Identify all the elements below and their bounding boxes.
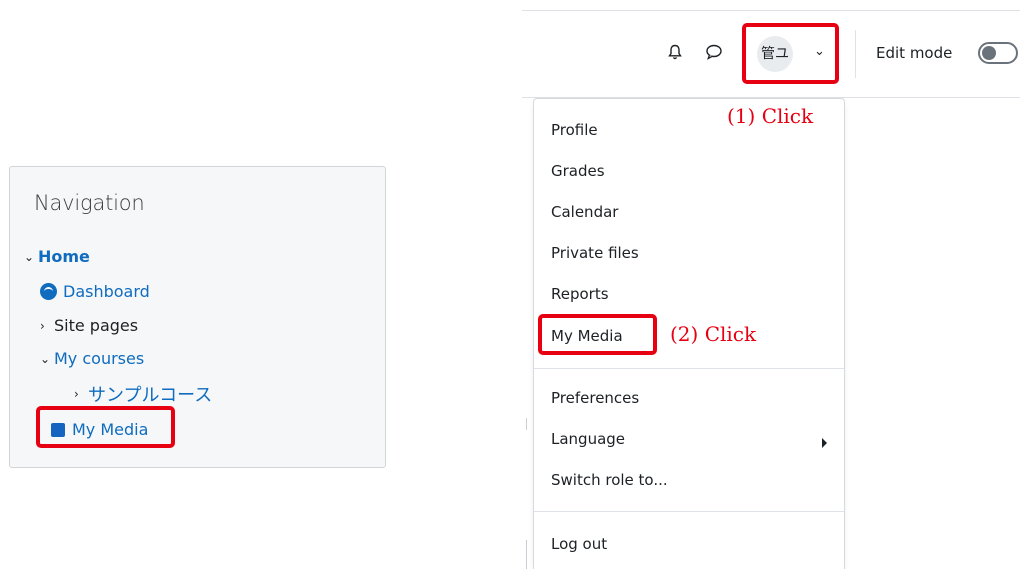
nav-site-pages-label: Site pages: [54, 316, 139, 335]
menu-divider: [534, 511, 844, 512]
nav-item-site-pages[interactable]: › Site pages: [40, 316, 138, 335]
menu-item-switch-role[interactable]: Switch role to...: [551, 471, 668, 489]
annotation-step-2: (2) Click: [670, 322, 757, 346]
menu-item-profile[interactable]: Profile: [551, 121, 598, 139]
menu-item-private-files[interactable]: Private files: [551, 244, 639, 262]
submenu-caret-icon: [822, 438, 827, 448]
menu-item-grades[interactable]: Grades: [551, 162, 605, 180]
nav-dashboard-label: Dashboard: [63, 282, 150, 301]
user-avatar[interactable]: 管ユ: [757, 36, 793, 72]
navbar-divider: [855, 30, 856, 78]
edit-mode-toggle[interactable]: [978, 42, 1018, 64]
annotation-step-1: (1) Click: [727, 104, 814, 128]
my-media-icon: [51, 422, 65, 437]
nav-item-home[interactable]: ⌄ Home: [24, 247, 90, 266]
screenshot-canvas: Navigation ⌄ Home Dashboard › Site pages…: [0, 0, 1020, 569]
menu-item-preferences[interactable]: Preferences: [551, 389, 639, 407]
menu-item-log-out[interactable]: Log out: [551, 535, 607, 553]
chevron-down-icon[interactable]: ⌄: [814, 44, 825, 59]
nav-item-my-courses[interactable]: ⌄ My courses: [40, 349, 144, 368]
nav-course-label: サンプルコース: [88, 385, 213, 406]
background-edge: [526, 540, 527, 569]
navigation-title: Navigation: [34, 191, 145, 215]
dashboard-icon: [40, 283, 57, 300]
menu-item-calendar[interactable]: Calendar: [551, 203, 618, 221]
chevron-down-icon: ⌄: [24, 249, 35, 264]
chevron-right-icon: ›: [40, 318, 45, 333]
edit-mode-label: Edit mode: [876, 44, 953, 62]
menu-item-language[interactable]: Language: [551, 430, 625, 448]
messages-icon[interactable]: [706, 44, 722, 60]
nav-item-my-media[interactable]: My Media: [51, 420, 148, 439]
menu-item-my-media[interactable]: My Media: [551, 327, 623, 345]
nav-item-dashboard[interactable]: Dashboard: [40, 282, 150, 301]
menu-item-reports[interactable]: Reports: [551, 285, 609, 303]
chevron-down-icon: ⌄: [40, 351, 51, 366]
navigation-block: Navigation ⌄ Home Dashboard › Site pages…: [9, 166, 386, 468]
background-edge: [526, 418, 527, 430]
nav-item-course[interactable]: › サンプルコース: [74, 381, 212, 407]
notification-bell-icon[interactable]: [668, 44, 682, 60]
nav-home-label: Home: [38, 247, 90, 266]
nav-my-courses-label: My courses: [54, 349, 145, 368]
chevron-right-icon: ›: [74, 387, 79, 401]
nav-my-media-label: My Media: [72, 420, 149, 439]
menu-divider: [534, 368, 844, 369]
